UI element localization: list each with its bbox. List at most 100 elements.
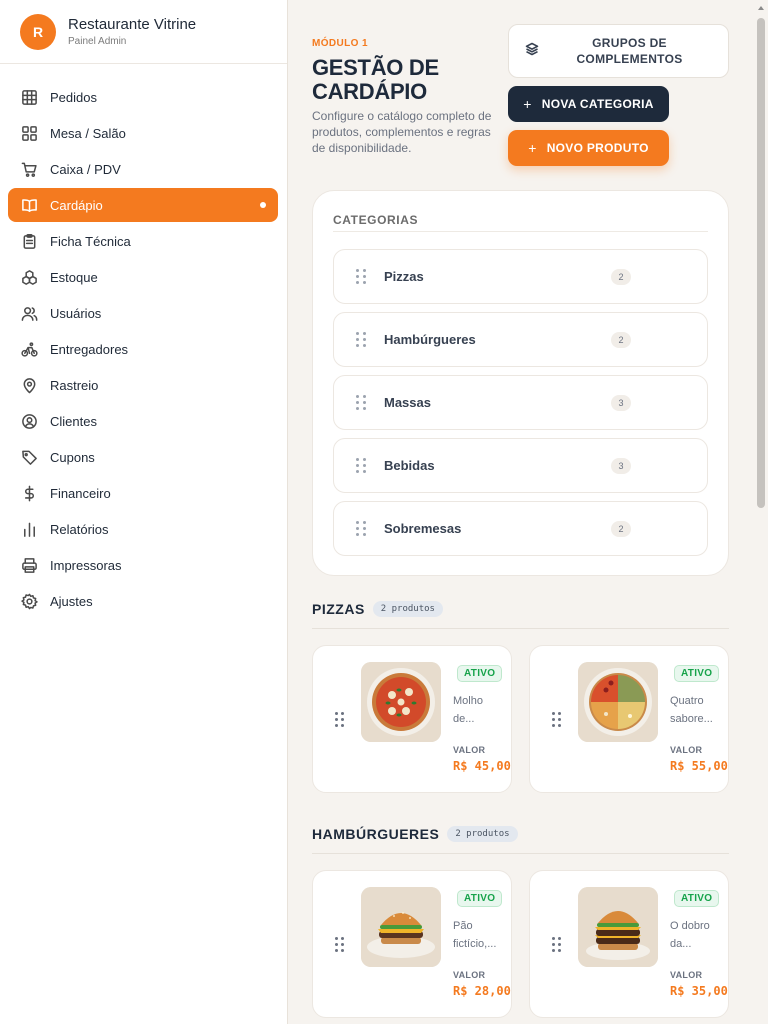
product-card[interactable]: ATIVO Pão fictício,... VALOR R$ 28,00: [312, 870, 512, 1018]
sidebar-item-pedidos[interactable]: Pedidos: [8, 80, 278, 114]
sidebar-item-usuarios[interactable]: Usuários: [8, 296, 278, 330]
brand-header[interactable]: R Restaurante Vitrine Painel Admin: [0, 0, 287, 64]
product-image: [578, 887, 658, 967]
bar-chart-icon: [20, 520, 38, 538]
drag-handle-icon[interactable]: [552, 712, 561, 727]
sidebar-item-ajustes[interactable]: Ajustes: [8, 584, 278, 618]
scrollbar-thumb[interactable]: [757, 18, 765, 508]
category-name: Bebidas: [384, 458, 435, 473]
sidebar-item-entregadores[interactable]: Entregadores: [8, 332, 278, 366]
product-description: Molho de...: [453, 695, 483, 725]
categories-heading: CATEGORIAS: [333, 213, 419, 227]
category-row-hamburgueres[interactable]: Hambúrgueres 2: [333, 312, 708, 367]
layers-icon: [525, 42, 539, 61]
product-description: Quatro sabore...: [670, 695, 713, 725]
sidebar-item-caixa-pdv[interactable]: Caixa / PDV: [8, 152, 278, 186]
users-icon: [20, 304, 38, 322]
section-title: PIZZAS: [312, 601, 365, 617]
scrollbar[interactable]: [754, 0, 768, 1024]
drag-handle-icon[interactable]: [356, 458, 366, 473]
category-row-pizzas[interactable]: Pizzas 2: [333, 249, 708, 304]
bike-icon: [20, 340, 38, 358]
sidebar-item-label: Usuários: [50, 305, 102, 321]
brand-name: Restaurante Vitrine: [68, 16, 197, 33]
tag-icon: [20, 448, 38, 466]
active-indicator-dot: [260, 202, 266, 208]
category-row-sobremesas[interactable]: Sobremesas 2: [333, 501, 708, 556]
module-label: MÓDULO 1: [312, 38, 368, 49]
sidebar-item-label: Entregadores: [50, 341, 129, 357]
sidebar-item-clientes[interactable]: Clientes: [8, 404, 278, 438]
plus-icon: +: [523, 96, 532, 112]
category-name: Pizzas: [384, 269, 424, 284]
product-description: Pão fictício,...: [453, 920, 497, 950]
grid-icon: [20, 88, 38, 106]
new-category-label: NOVA CATEGORIA: [541, 97, 654, 111]
sidebar-nav: Pedidos Mesa / Salão Caixa / PDV Cardápi…: [0, 64, 287, 618]
sidebar-item-rastreio[interactable]: Rastreio: [8, 368, 278, 402]
sidebar-item-label: Estoque: [50, 269, 98, 285]
category-count-badge: 2: [611, 331, 631, 348]
drag-handle-icon[interactable]: [335, 712, 344, 727]
product-card[interactable]: ATIVO Molho de... VALOR R$ 45,00: [312, 645, 512, 793]
drag-handle-icon[interactable]: [356, 395, 366, 410]
sidebar-item-financeiro[interactable]: Financeiro: [8, 476, 278, 510]
product-price: R$ 28,00: [453, 984, 511, 998]
sidebar-item-mesa-salao[interactable]: Mesa / Salão: [8, 116, 278, 150]
price-label: VALOR: [453, 745, 486, 755]
sidebar-item-label: Pedidos: [50, 89, 97, 105]
product-count-badge: 2 produtos: [447, 826, 518, 842]
user-circle-icon: [20, 412, 38, 430]
product-image: [361, 887, 441, 967]
category-row-bebidas[interactable]: Bebidas 3: [333, 438, 708, 493]
book-icon: [20, 196, 38, 214]
sidebar-item-label: Rastreio: [50, 377, 99, 393]
drag-handle-icon[interactable]: [335, 937, 344, 952]
sidebar-item-relatorios[interactable]: Relatórios: [8, 512, 278, 546]
product-price: R$ 55,00: [670, 759, 728, 773]
price-label: VALOR: [670, 970, 703, 980]
brand-subtitle: Painel Admin: [68, 36, 127, 47]
new-category-button[interactable]: + NOVA CATEGORIA: [508, 86, 669, 122]
category-name: Massas: [384, 395, 431, 410]
category-count-badge: 2: [611, 268, 631, 285]
sidebar-item-label: Financeiro: [50, 485, 111, 501]
category-name: Hambúrgueres: [384, 332, 476, 347]
divider: [312, 853, 729, 854]
sidebar-item-cardapio[interactable]: Cardápio: [8, 188, 278, 222]
clipboard-icon: [20, 232, 38, 250]
sidebar-item-label: Relatórios: [50, 521, 109, 537]
drag-handle-icon[interactable]: [356, 332, 366, 347]
divider: [312, 628, 729, 629]
category-name: Sobremesas: [384, 521, 462, 536]
page-description: Configure o catálogo completo de produto…: [312, 109, 492, 155]
tables-icon: [20, 124, 38, 142]
sidebar-item-label: Clientes: [50, 413, 97, 429]
sidebar-item-impressoras[interactable]: Impressoras: [8, 548, 278, 582]
category-row-massas[interactable]: Massas 3: [333, 375, 708, 430]
status-badge: ATIVO: [457, 665, 503, 682]
complement-groups-button[interactable]: GRUPOS DE COMPLEMENTOS: [508, 24, 729, 78]
product-price: R$ 35,00: [670, 984, 728, 998]
scroll-up-arrow-icon[interactable]: [758, 6, 764, 10]
sidebar-item-ficha-tecnica[interactable]: Ficha Técnica: [8, 224, 278, 258]
plus-icon: +: [528, 140, 537, 156]
drag-handle-icon[interactable]: [356, 521, 366, 536]
price-label: VALOR: [670, 745, 703, 755]
categories-panel: CATEGORIAS Pizzas 2 Hambúrgueres 2 Massa…: [312, 190, 729, 576]
sidebar-item-label: Cupons: [50, 449, 95, 465]
drag-handle-icon[interactable]: [552, 937, 561, 952]
drag-handle-icon[interactable]: [356, 269, 366, 284]
product-card[interactable]: ATIVO Quatro sabore... VALOR R$ 55,00: [529, 645, 729, 793]
boxes-icon: [20, 268, 38, 286]
status-badge: ATIVO: [674, 665, 720, 682]
sidebar-item-estoque[interactable]: Estoque: [8, 260, 278, 294]
cart-icon: [20, 160, 38, 178]
category-count-badge: 2: [611, 520, 631, 537]
divider: [333, 231, 708, 232]
sidebar-item-cupons[interactable]: Cupons: [8, 440, 278, 474]
new-product-button[interactable]: + NOVO PRODUTO: [508, 130, 669, 166]
section-header-hamburgueres: HAMBÚRGUERES 2 produtos: [312, 826, 518, 842]
category-count-badge: 3: [611, 394, 631, 411]
product-card[interactable]: ATIVO O dobro da... VALOR R$ 35,00: [529, 870, 729, 1018]
